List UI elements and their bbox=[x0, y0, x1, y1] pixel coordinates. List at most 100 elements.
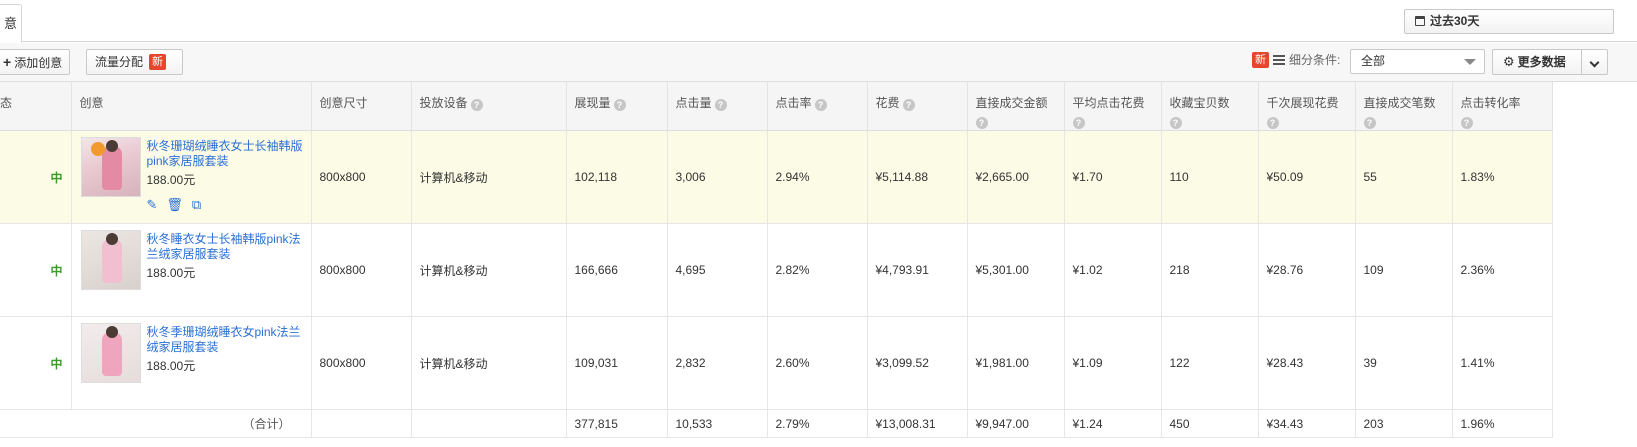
traffic-allocation-button[interactable]: 流量分配新 bbox=[86, 49, 183, 75]
help-icon[interactable]: ? bbox=[975, 117, 988, 129]
total-row: （合计） 377,815 10,533 2.79% ¥13,008.31 ¥9,… bbox=[0, 409, 1553, 438]
gmv-cell: ¥1,981.00 bbox=[967, 316, 1065, 410]
caret-down-icon bbox=[1464, 59, 1476, 65]
total-device-cell bbox=[411, 409, 567, 438]
product-thumbnail[interactable] bbox=[80, 323, 141, 383]
cpm-cell: ¥28.76 bbox=[1258, 223, 1356, 317]
total-impressions-cell: 377,815 bbox=[566, 409, 668, 438]
orders-cell: 55 bbox=[1355, 130, 1453, 224]
col-status-header[interactable]: 态 bbox=[0, 82, 72, 131]
clicks-cell: 4,695 bbox=[667, 223, 768, 317]
trash-icon[interactable]: 🗑 bbox=[166, 197, 183, 213]
total-cost-cell: ¥13,008.31 bbox=[867, 409, 968, 438]
col-orders-header[interactable]: 直接成交笔数? bbox=[1355, 82, 1453, 131]
help-icon[interactable]: ? bbox=[1072, 117, 1085, 129]
total-orders-cell: 203 bbox=[1355, 409, 1453, 438]
traffic-allocation-label: 流量分配 bbox=[95, 55, 144, 69]
table-header-row: 态 创意 创意尺寸 投放设备? 展现量? 点击量? 点击率? 花费? 直接成交金… bbox=[0, 82, 1553, 131]
new-badge: 新 bbox=[149, 54, 167, 70]
copy-icon[interactable]: ⧉ bbox=[192, 197, 201, 213]
device-cell: 计算机&移动 bbox=[411, 130, 567, 224]
col-cpc-header[interactable]: 平均点击花费? bbox=[1064, 82, 1162, 131]
segment-select[interactable]: 全部 bbox=[1350, 49, 1485, 74]
size-cell: 800x800 bbox=[311, 130, 412, 224]
col-cpm-header[interactable]: 千次展现花费? bbox=[1258, 82, 1356, 131]
help-icon[interactable]: ? bbox=[613, 99, 626, 111]
total-size-cell bbox=[311, 409, 412, 438]
favorites-cell: 122 bbox=[1161, 316, 1259, 410]
total-label: （合计） bbox=[0, 409, 312, 438]
cpm-cell: ¥28.43 bbox=[1258, 316, 1356, 410]
cvr-cell: 2.36% bbox=[1452, 223, 1553, 317]
help-icon[interactable]: ? bbox=[470, 99, 483, 111]
creative-title-link[interactable]: 秋冬珊瑚绒睡衣女士长袖韩版pink家居服套装 bbox=[147, 139, 309, 169]
help-icon[interactable]: ? bbox=[1460, 117, 1473, 129]
col-gmv-header[interactable]: 直接成交金额? bbox=[967, 82, 1065, 131]
cost-cell: ¥4,793.91 bbox=[867, 223, 968, 317]
status-cell: 中 bbox=[0, 130, 72, 224]
help-icon[interactable]: ? bbox=[1169, 117, 1182, 129]
top-bar: 意 过去30天 bbox=[0, 0, 1637, 43]
col-cost-header[interactable]: 花费? bbox=[867, 82, 968, 131]
col-favorites-header[interactable]: 收藏宝贝数? bbox=[1161, 82, 1259, 131]
product-thumbnail[interactable] bbox=[80, 230, 141, 290]
product-thumbnail[interactable] bbox=[80, 137, 141, 197]
creative-title-link[interactable]: 秋冬季珊瑚绒睡衣女pink法兰绒家居服套装 bbox=[147, 325, 309, 355]
cpm-cell: ¥50.09 bbox=[1258, 130, 1356, 224]
size-cell: 800x800 bbox=[311, 316, 412, 410]
orders-cell: 109 bbox=[1355, 223, 1453, 317]
total-favorites-cell: 450 bbox=[1161, 409, 1259, 438]
help-icon[interactable]: ? bbox=[1363, 117, 1376, 129]
help-icon[interactable]: ? bbox=[714, 99, 727, 111]
gmv-cell: ¥2,665.00 bbox=[967, 130, 1065, 224]
date-range-button[interactable]: 过去30天 bbox=[1404, 9, 1614, 34]
total-gmv-cell: ¥9,947.00 bbox=[967, 409, 1065, 438]
col-cvr-header[interactable]: 点击转化率? bbox=[1452, 82, 1553, 131]
creative-cell: 秋冬珊瑚绒睡衣女士长袖韩版pink家居服套装 188.00元 ✎ 🗑 ⧉ bbox=[71, 130, 312, 224]
table-row: 中 秋冬季珊瑚绒睡衣女pink法兰绒家居服套装 188.00元 800x800 … bbox=[0, 316, 1553, 410]
edit-icon[interactable]: ✎ bbox=[147, 197, 158, 213]
status-cell: 中 bbox=[0, 316, 72, 410]
ctr-cell: 2.94% bbox=[767, 130, 868, 224]
col-clicks-header[interactable]: 点击量? bbox=[667, 82, 768, 131]
ctr-cell: 2.60% bbox=[767, 316, 868, 410]
cost-cell: ¥5,114.88 bbox=[867, 130, 968, 224]
col-impressions-header[interactable]: 展现量? bbox=[566, 82, 668, 131]
more-data-button[interactable]: ⚙ 更多数据 bbox=[1492, 49, 1608, 75]
cpc-cell: ¥1.02 bbox=[1064, 223, 1162, 317]
status-cell: 中 bbox=[0, 223, 72, 317]
creative-cell: 秋冬季珊瑚绒睡衣女pink法兰绒家居服套装 188.00元 bbox=[71, 316, 312, 410]
list-icon bbox=[1273, 55, 1285, 65]
creative-title-link[interactable]: 秋冬睡衣女士长袖韩版pink法兰绒家居服套装 bbox=[147, 232, 309, 262]
device-cell: 计算机&移动 bbox=[411, 316, 567, 410]
cost-cell: ¥3,099.52 bbox=[867, 316, 968, 410]
cvr-cell: 1.83% bbox=[1452, 130, 1553, 224]
cpc-cell: ¥1.70 bbox=[1064, 130, 1162, 224]
chevron-down-icon bbox=[1589, 57, 1600, 68]
cpc-cell: ¥1.09 bbox=[1064, 316, 1162, 410]
cvr-cell: 1.41% bbox=[1452, 316, 1553, 410]
creative-report-table: 态 创意 创意尺寸 投放设备? 展现量? 点击量? 点击率? 花费? 直接成交金… bbox=[0, 82, 1553, 438]
total-cpc-cell: ¥1.24 bbox=[1064, 409, 1162, 438]
tab-creative[interactable]: 意 bbox=[0, 4, 22, 43]
add-creative-label: 添加创意 bbox=[14, 56, 63, 70]
help-icon[interactable]: ? bbox=[902, 99, 915, 111]
help-icon[interactable]: ? bbox=[1266, 117, 1279, 129]
gear-icon: ⚙ bbox=[1503, 54, 1515, 69]
plus-icon: + bbox=[3, 54, 12, 70]
filter-label: 细分条件: bbox=[1289, 53, 1341, 67]
total-cvr-cell: 1.96% bbox=[1452, 409, 1553, 438]
date-range-label: 过去30天 bbox=[1430, 14, 1480, 28]
impressions-cell: 109,031 bbox=[566, 316, 668, 410]
add-creative-button[interactable]: + 添加创意 bbox=[0, 49, 70, 75]
creative-price: 188.00元 bbox=[146, 266, 196, 280]
more-data-dropdown-toggle[interactable] bbox=[1581, 50, 1607, 74]
col-ctr-header[interactable]: 点击率? bbox=[767, 82, 868, 131]
total-ctr-cell: 2.79% bbox=[767, 409, 868, 438]
help-icon[interactable]: ? bbox=[814, 99, 827, 111]
favorites-cell: 218 bbox=[1161, 223, 1259, 317]
size-cell: 800x800 bbox=[311, 223, 412, 317]
impressions-cell: 166,666 bbox=[566, 223, 668, 317]
creative-price: 188.00元 bbox=[146, 359, 196, 373]
row-actions: ✎ 🗑 ⧉ bbox=[147, 197, 211, 213]
